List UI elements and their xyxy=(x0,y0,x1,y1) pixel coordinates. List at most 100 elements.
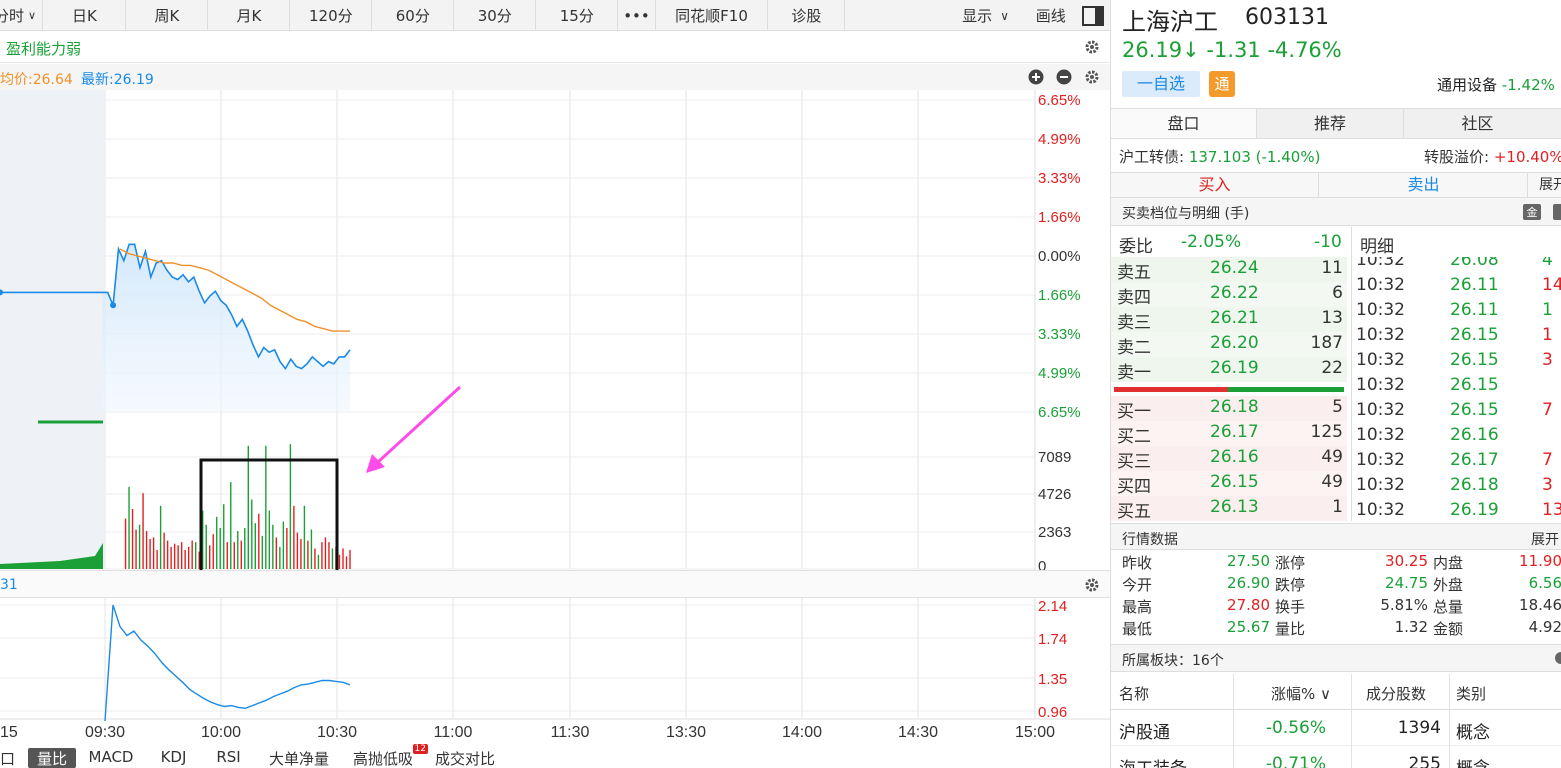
sell-level[interactable]: 卖三 26.21 13 xyxy=(1111,307,1347,333)
sell-button[interactable]: 卖出 xyxy=(1320,173,1528,197)
level-volume: 5 xyxy=(1332,397,1343,417)
expand-button[interactable]: 展开 xyxy=(1531,529,1559,549)
pre-market-shade xyxy=(0,90,105,569)
bond-delta: (-1.40%) xyxy=(1255,148,1321,166)
gear-icon[interactable] xyxy=(1084,577,1100,593)
tick-row: 10:32 26.18 3 xyxy=(1352,474,1561,499)
time-axis-label: 11:00 xyxy=(434,724,473,741)
sector-column-header[interactable]: 涨幅% ∨ xyxy=(1271,683,1331,704)
time-axis-label: 15 xyxy=(0,724,18,741)
tick-volume: 1 xyxy=(1542,325,1553,345)
sector-column-header[interactable]: 类别 xyxy=(1456,683,1486,704)
more-icon[interactable]: ••• xyxy=(618,0,656,31)
buy-level[interactable]: 买三 26.16 49 xyxy=(1111,446,1347,472)
tick-detail-list: 10:32 26.08 4 10:32 26.11 14 10:32 26.11 1 10:32 2… xyxy=(1351,257,1561,521)
draw-line-button[interactable]: 画线 xyxy=(1025,0,1076,31)
tab-120min[interactable]: 120分 xyxy=(290,0,373,31)
tab-30min[interactable]: 30分 xyxy=(454,0,537,31)
sell-level[interactable]: 卖一 26.19 22 xyxy=(1111,357,1347,383)
sector-row[interactable]: 沪股通 -0.56% 1394 概念 xyxy=(1111,710,1561,746)
time-axis-label: 14:00 xyxy=(782,724,822,741)
tab-intraday[interactable]: 分时 ∨ xyxy=(0,0,44,31)
sector-row[interactable]: 海工装备 -0.71% 255 概念 xyxy=(1111,746,1561,768)
tick-volume: 7 xyxy=(1542,450,1553,470)
level-label: 卖一 xyxy=(1117,363,1151,383)
tab-diagnose[interactable]: 诊股 xyxy=(768,0,846,31)
list-icon[interactable] xyxy=(1553,204,1561,220)
indicator-line xyxy=(104,604,351,722)
panel-toggle-icon[interactable] xyxy=(1076,0,1110,31)
sector-title: 所属板块：16个 xyxy=(1122,653,1224,669)
tab-volume-ratio[interactable]: 量比 xyxy=(28,748,76,768)
tab-order-book[interactable]: 盘口 xyxy=(1111,109,1257,138)
sector-info[interactable]: 通用设备 -1.42% xyxy=(1437,74,1555,95)
tab-rsi[interactable]: RSI xyxy=(201,748,256,768)
buy-level[interactable]: 买一 26.18 5 xyxy=(1111,396,1347,422)
tab-f10[interactable]: 同花顺F10 xyxy=(656,0,769,31)
tick-time: 10:32 xyxy=(1356,425,1405,445)
buy-level[interactable]: 买五 26.13 1 xyxy=(1111,496,1347,522)
draw-label: 画线 xyxy=(1035,7,1066,25)
tab-trade-compare[interactable]: 成交对比 xyxy=(424,748,506,768)
indicator-value-label: 31 xyxy=(0,577,18,593)
orderbook-title: 买卖档位与明细 (手) xyxy=(1122,206,1250,222)
tab-big-order[interactable]: 大单净量 xyxy=(256,748,342,768)
level-label: 买五 xyxy=(1117,502,1151,522)
sector-column-header[interactable]: 名称 xyxy=(1119,683,1149,704)
market-value: 18.46 xyxy=(1519,596,1561,614)
sector-table: 名称 涨幅% ∨ 成分股数 类别沪股通-0.56%1394概念海工装备-0.71%25… xyxy=(1111,674,1561,768)
tong-badge[interactable]: 通 xyxy=(1209,71,1235,97)
tick-row: 10:32 26.15 1 xyxy=(1352,324,1561,349)
tab-label: 日K xyxy=(72,7,97,25)
premium: 转股溢价: +10.40% xyxy=(1424,146,1561,167)
sell-level[interactable]: 卖五 26.24 11 xyxy=(1111,257,1347,283)
expand-button[interactable]: 展开 xyxy=(1539,173,1561,197)
time-axis-label: 13:30 xyxy=(666,724,706,741)
tab-label: 周K xyxy=(154,7,180,25)
tab-60min[interactable]: 60分 xyxy=(372,0,455,31)
tick-price: 26.15 xyxy=(1450,400,1499,420)
bond-label: 沪工转债: xyxy=(1119,148,1185,166)
tab-macd[interactable]: MACD xyxy=(76,748,146,768)
market-label: 最高 xyxy=(1122,598,1153,616)
stock-code: 603131 xyxy=(1245,5,1329,30)
buy-button[interactable]: 买入 xyxy=(1111,173,1319,197)
market-value: 5.81% xyxy=(1380,596,1428,614)
tab-mouth[interactable]: 口 xyxy=(0,748,28,768)
gold-icon[interactable]: 金 xyxy=(1523,204,1541,220)
sell-level[interactable]: 卖二 26.20 187 xyxy=(1111,332,1347,358)
tick-volume: 13 xyxy=(1542,500,1561,520)
remove-watchlist-button[interactable]: 一自选 xyxy=(1122,71,1200,97)
market-label: 内盘 xyxy=(1433,554,1464,572)
info-icon[interactable] xyxy=(1555,652,1561,664)
sector-column-header[interactable]: 成分股数 xyxy=(1366,683,1426,704)
tab-recommend[interactable]: 推荐 xyxy=(1257,109,1404,138)
buy-level[interactable]: 买四 26.15 49 xyxy=(1111,471,1347,497)
period-toolbar: 分时 ∨ 日K 周K 月K 120分 60分 30分 15分 ••• 同花顺F10… xyxy=(0,0,1110,31)
tick-row: 10:32 26.11 14 xyxy=(1352,274,1561,299)
weibi-label: 委比 xyxy=(1119,237,1153,257)
tab-15min[interactable]: 15分 xyxy=(536,0,619,31)
level-volume: 11 xyxy=(1321,258,1343,278)
price-axis-label: 6.65% xyxy=(1038,92,1081,109)
market-value: 27.80 xyxy=(1227,596,1270,614)
tab-kdj[interactable]: KDJ xyxy=(146,748,201,768)
market-data-header: 行情数据 展开 xyxy=(1111,523,1561,550)
tab-high-low[interactable]: 高抛低吸 12 xyxy=(342,744,428,768)
tab-label: 高抛低吸 xyxy=(352,750,413,768)
buy-level[interactable]: 买二 26.17 125 xyxy=(1111,421,1347,447)
tick-time: 10:32 xyxy=(1356,375,1405,395)
tick-volume: 14 xyxy=(1542,275,1561,295)
tab-community[interactable]: 社区 xyxy=(1404,109,1551,138)
display-menu[interactable]: 显示 ∨ xyxy=(946,0,1025,31)
chart-pane: 盈利能力弱 均价:26.64 最新:26.19 6.65% 4.99% 3.33… xyxy=(0,31,1110,768)
tab-day-k[interactable]: 日K xyxy=(43,0,127,31)
sell-level[interactable]: 卖四 26.22 6 xyxy=(1111,282,1347,308)
tab-month-k[interactable]: 月K xyxy=(208,0,291,31)
market-value: 30.25 xyxy=(1385,552,1428,570)
level-label: 买四 xyxy=(1117,477,1151,497)
convertible-bond[interactable]: 沪工转债: 137.103 (-1.40%) xyxy=(1119,146,1320,167)
level-price: 26.24 xyxy=(1210,258,1259,278)
market-value: 26.90 xyxy=(1227,574,1270,592)
tab-week-k[interactable]: 周K xyxy=(126,0,209,31)
